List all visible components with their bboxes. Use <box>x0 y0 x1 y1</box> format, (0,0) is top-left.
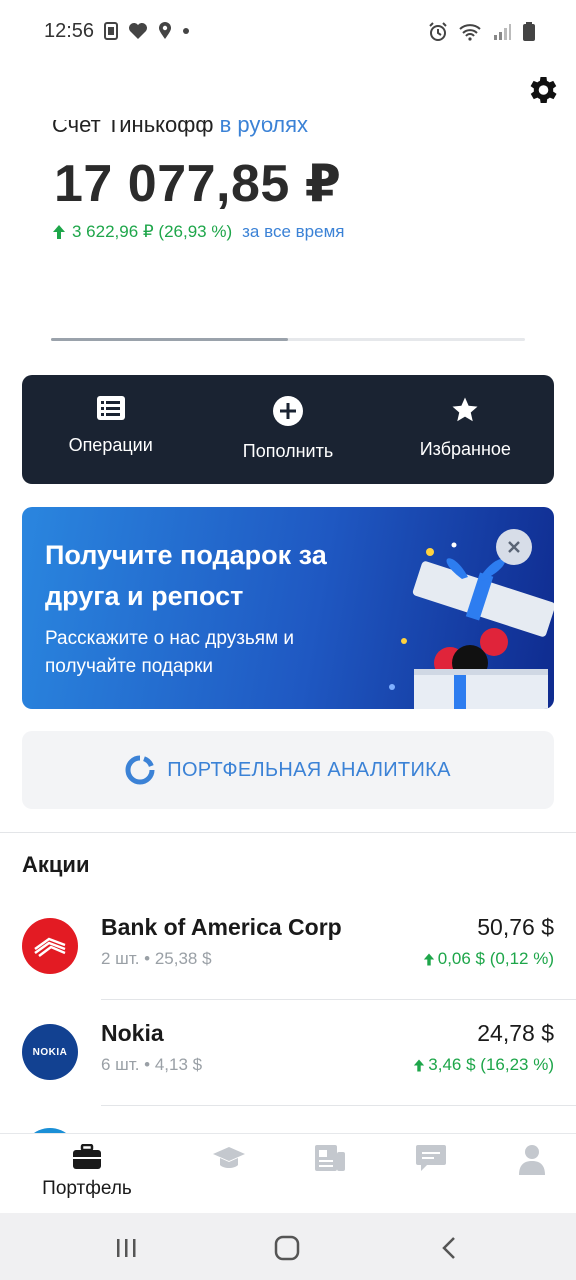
star-icon <box>452 397 478 422</box>
graduation-cap-icon <box>213 1147 245 1168</box>
promo-description: Расскажите о нас друзьям и получайте под… <box>45 628 295 677</box>
stock-price: 24,78 $ <box>477 1020 554 1046</box>
carousel-progress-fill <box>51 338 288 341</box>
bottom-tab-bar: Портфель <box>0 1133 576 1213</box>
home-button[interactable] <box>272 1233 302 1263</box>
stock-name: Bank of America Corp <box>101 914 342 940</box>
promo-close-button[interactable] <box>496 529 532 565</box>
pie-chart-icon <box>125 755 155 785</box>
stock-row-bank-of-america[interactable]: Bank of America Corp 2 шт. • 25,38 $ 50,… <box>0 914 576 1022</box>
stock-row-nokia[interactable]: NOKIA Nokia 6 шт. • 4,13 $ 24,78 $ 3,46 … <box>0 1020 576 1128</box>
tab-news[interactable] <box>280 1144 380 1172</box>
tab-chat[interactable] <box>381 1144 481 1172</box>
section-divider <box>0 832 576 833</box>
promo-title: Получите подарок за друга и репост <box>45 540 327 611</box>
tab-portfolio[interactable]: Портфель <box>37 1144 137 1200</box>
top-up-button[interactable]: Пополнить <box>199 375 376 484</box>
dot-icon <box>183 28 189 34</box>
tab-education[interactable] <box>179 1144 279 1172</box>
settings-button[interactable] <box>524 72 560 108</box>
news-icon <box>315 1145 345 1171</box>
signal-icon <box>494 24 511 40</box>
recents-button[interactable] <box>111 1233 141 1263</box>
wifi-icon <box>459 24 481 41</box>
quick-actions-panel: Операции Пополнить Избранное <box>22 375 554 484</box>
bank-of-america-logo <box>22 918 78 974</box>
profile-icon <box>519 1145 545 1175</box>
nokia-logo: NOKIA <box>22 1024 78 1080</box>
list-icon <box>96 396 125 420</box>
home-icon <box>274 1235 300 1261</box>
tab-portfolio-label: Портфель <box>42 1178 132 1199</box>
back-button[interactable] <box>434 1233 464 1263</box>
alarm-icon <box>429 22 447 41</box>
arrow-up-icon <box>423 953 434 965</box>
status-time: 12:56 <box>44 20 95 42</box>
account-balance: 17 077,85 ₽ <box>54 155 342 213</box>
favorites-button[interactable]: Избранное <box>377 375 554 484</box>
chat-icon <box>416 1145 446 1171</box>
row-separator <box>101 999 576 1000</box>
carousel-progress <box>51 338 525 341</box>
stock-change: 0,06 $ (0,12 %) <box>423 949 554 969</box>
account-gain: 3 622,96 ₽ (26,93 %) за все время <box>52 222 344 242</box>
row-separator <box>101 1105 576 1106</box>
portfolio-analytics-button[interactable]: ПОРТФЕЛЬНАЯ АНАЛИТИКА <box>22 731 554 809</box>
account-name: Счет Тинькофф в рублях <box>52 112 308 137</box>
briefcase-icon <box>73 1144 101 1169</box>
sim-card-icon <box>104 22 118 40</box>
portfolio-analytics-label: ПОРТФЕЛЬНАЯ АНАЛИТИКА <box>167 758 451 781</box>
gain-value: 3 622,96 ₽ (26,93 %) <box>72 222 233 241</box>
location-pin-icon <box>159 22 171 39</box>
system-navigation-bar <box>0 1213 576 1280</box>
arrow-up-icon <box>53 225 65 239</box>
back-icon <box>442 1237 455 1259</box>
close-icon <box>508 541 520 553</box>
stocks-section-title: Акции <box>22 852 90 877</box>
stock-price: 50,76 $ <box>477 914 554 940</box>
promo-banner[interactable]: Получите подарок за друга и репост Расск… <box>22 507 554 709</box>
arrow-up-icon <box>414 1059 425 1071</box>
stock-quantity: 2 шт. • 25,38 $ <box>101 949 212 968</box>
account-summary[interactable]: Счет Тинькофф в рублях 17 077,85 ₽ 3 622… <box>52 112 532 372</box>
operations-button[interactable]: Операции <box>22 375 199 484</box>
recents-icon <box>117 1239 136 1257</box>
gear-icon <box>530 76 557 104</box>
gain-period[interactable]: за все время <box>242 222 344 242</box>
stock-change: 3,46 $ (16,23 %) <box>413 1055 554 1075</box>
stock-quantity: 6 шт. • 4,13 $ <box>101 1055 203 1074</box>
battery-icon <box>523 22 535 41</box>
tab-profile[interactable] <box>482 1144 576 1176</box>
status-bar: 12:56 <box>0 0 576 64</box>
plus-circle-icon <box>272 396 303 426</box>
heart-icon <box>129 23 147 39</box>
stock-name: Nokia <box>101 1020 164 1046</box>
account-currency[interactable]: в рублях <box>220 120 308 137</box>
